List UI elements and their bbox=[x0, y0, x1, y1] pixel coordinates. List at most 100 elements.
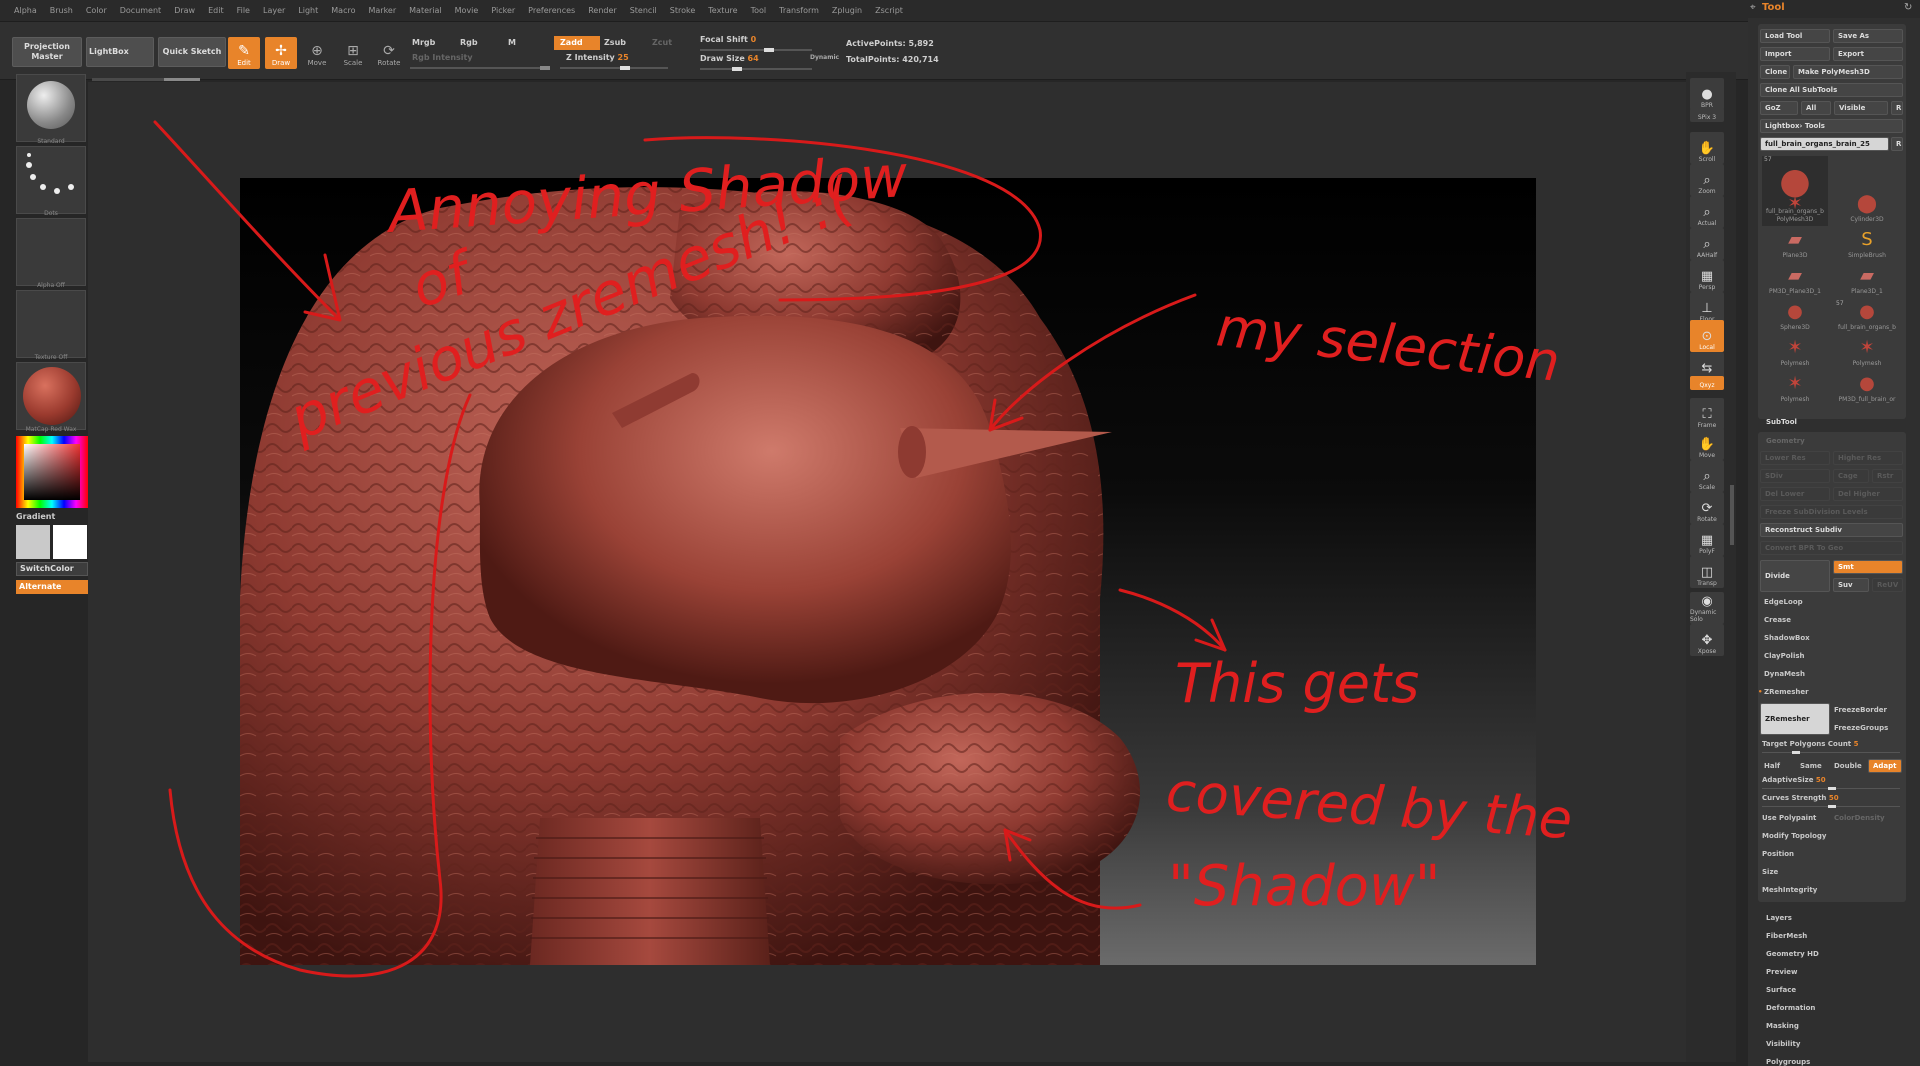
target-polys-value: 5 bbox=[1853, 740, 1859, 748]
size-section[interactable]: Size bbox=[1762, 868, 1778, 876]
goz-r-button[interactable]: R bbox=[1891, 101, 1903, 115]
shadowbox-section[interactable]: ShadowBox bbox=[1764, 634, 1810, 642]
frame-button[interactable]: ⛶ Frame bbox=[1690, 398, 1724, 430]
shelf-scrollbar[interactable] bbox=[1730, 485, 1734, 545]
section-polygroups[interactable]: Polygroups bbox=[1766, 1058, 1810, 1066]
convert-bpr-button[interactable]: Convert BPR To Geo bbox=[1760, 541, 1903, 555]
meshintegrity-section[interactable]: MeshIntegrity bbox=[1762, 886, 1817, 894]
tool-thumb[interactable]: ✶ Polymesh bbox=[1834, 336, 1900, 372]
local-button[interactable]: ⊙ Local bbox=[1690, 320, 1724, 352]
scroll-button[interactable]: ✋ Scroll bbox=[1690, 132, 1724, 164]
reconstruct-subdiv-button[interactable]: Reconstruct Subdiv bbox=[1760, 523, 1903, 537]
lower-res-button[interactable]: Lower Res bbox=[1760, 451, 1830, 465]
claypolish-section[interactable]: ClayPolish bbox=[1764, 652, 1805, 660]
edgeloop-section[interactable]: EdgeLoop bbox=[1764, 598, 1803, 606]
solo-button[interactable]: ◉ Dynamic Solo bbox=[1690, 592, 1724, 624]
aahalf-button[interactable]: ⌕ AAHalf bbox=[1690, 228, 1724, 260]
tool-thumb[interactable]: ● Sphere3D bbox=[1762, 300, 1828, 336]
section-masking[interactable]: Masking bbox=[1766, 1022, 1799, 1030]
actual-button[interactable]: ⌕ Actual bbox=[1690, 196, 1724, 228]
xpose-button[interactable]: ✥ Xpose bbox=[1690, 624, 1724, 656]
position-section[interactable]: Position bbox=[1762, 850, 1794, 858]
crease-section[interactable]: Crease bbox=[1764, 616, 1791, 624]
move-button[interactable]: ✋ Move bbox=[1690, 428, 1724, 460]
transp-button[interactable]: ◫ Transp bbox=[1690, 556, 1724, 588]
subtool-section[interactable]: SubTool bbox=[1766, 418, 1797, 426]
save-as-button[interactable]: Save As bbox=[1833, 29, 1903, 43]
persp-button[interactable]: ▦ Persp bbox=[1690, 260, 1724, 292]
section-layers[interactable]: Layers bbox=[1766, 914, 1792, 922]
tool-thumb[interactable]: ▰ Plane3D bbox=[1762, 228, 1828, 264]
tool-thumb[interactable]: ✶ Polymesh bbox=[1762, 372, 1828, 408]
curves-strength-track[interactable] bbox=[1762, 805, 1900, 808]
target-polys-slider[interactable]: Target Polygons Count 5 bbox=[1762, 740, 1858, 748]
rotate-button[interactable]: ⟳ Rotate bbox=[1690, 492, 1724, 524]
curves-strength-slider[interactable]: Curves Strength 50 bbox=[1762, 794, 1839, 802]
zremesher-button[interactable]: ZRemesher bbox=[1760, 703, 1830, 735]
section-visibility[interactable]: Visibility bbox=[1766, 1040, 1800, 1048]
clone-button[interactable]: Clone bbox=[1760, 65, 1790, 79]
geometry-section[interactable]: Geometry bbox=[1766, 437, 1805, 445]
sdiv-slider[interactable]: SDiv bbox=[1760, 469, 1830, 483]
zoom-button[interactable]: ⌕ Zoom bbox=[1690, 164, 1724, 196]
xyz-button[interactable]: Qxyz bbox=[1690, 376, 1724, 390]
lightbox-tools-button[interactable]: Lightbox› Tools bbox=[1760, 119, 1903, 133]
export-button[interactable]: Export bbox=[1833, 47, 1903, 61]
adaptive-size-track[interactable] bbox=[1762, 787, 1900, 790]
double-button[interactable]: Double bbox=[1834, 762, 1862, 770]
color-density-slider[interactable]: ColorDensity bbox=[1834, 814, 1885, 822]
hand-icon: ✋ bbox=[1698, 141, 1716, 156]
section-preview[interactable]: Preview bbox=[1766, 968, 1798, 976]
polyf-button[interactable]: ▦ PolyF bbox=[1690, 524, 1724, 556]
section-fibermesh[interactable]: FiberMesh bbox=[1766, 932, 1807, 940]
tool-thumb[interactable]: ● full_brain_organs_b 57 bbox=[1834, 300, 1900, 336]
adapt-toggle[interactable]: Adapt bbox=[1868, 759, 1902, 773]
tool-thumb[interactable]: ⬤ Cylinder3D bbox=[1834, 192, 1900, 228]
section-geometry-hd[interactable]: Geometry HD bbox=[1766, 950, 1819, 958]
tool-thumb[interactable]: ✶ PolyMesh3D bbox=[1762, 192, 1828, 228]
tool-thumb[interactable]: ▰ Plane3D_1 bbox=[1834, 264, 1900, 300]
adaptive-size-slider[interactable]: AdaptiveSize 50 bbox=[1762, 776, 1826, 784]
pin-icon[interactable]: ⌖ bbox=[1750, 2, 1756, 13]
tool-thumb[interactable]: ✶ Polymesh bbox=[1762, 336, 1828, 372]
clone-all-subtools-button[interactable]: Clone All SubTools bbox=[1760, 83, 1903, 97]
goz-button[interactable]: GoZ bbox=[1760, 101, 1798, 115]
scale-button[interactable]: ⌕ Scale bbox=[1690, 460, 1724, 492]
half-button[interactable]: Half bbox=[1764, 762, 1780, 770]
del-lower-button[interactable]: Del Lower bbox=[1760, 487, 1830, 501]
same-button[interactable]: Same bbox=[1800, 762, 1822, 770]
cage-button[interactable]: Cage bbox=[1833, 469, 1869, 483]
tool-thumb[interactable]: ● PM3D_full_brain_or bbox=[1834, 372, 1900, 408]
tool-palette-title[interactable]: Tool bbox=[1762, 2, 1785, 13]
tool-thumb[interactable]: S SimpleBrush bbox=[1834, 228, 1900, 264]
freeze-subdiv-button[interactable]: Freeze SubDivision Levels bbox=[1760, 505, 1903, 519]
freezegroups-toggle[interactable]: FreezeGroups bbox=[1834, 724, 1888, 732]
suv-toggle[interactable]: Suv bbox=[1833, 578, 1869, 592]
modify-topology-section[interactable]: Modify Topology bbox=[1762, 832, 1827, 840]
make-polymesh-button[interactable]: Make PolyMesh3D bbox=[1793, 65, 1903, 79]
freezeborder-toggle[interactable]: FreezeBorder bbox=[1834, 706, 1887, 714]
section-surface[interactable]: Surface bbox=[1766, 986, 1796, 994]
import-button[interactable]: Import bbox=[1760, 47, 1830, 61]
higher-res-button[interactable]: Higher Res bbox=[1833, 451, 1903, 465]
del-higher-button[interactable]: Del Higher bbox=[1833, 487, 1903, 501]
divide-button[interactable]: Divide bbox=[1760, 560, 1830, 592]
tool-thumb[interactable]: ▰ PM3D_Plane3D_1 bbox=[1762, 264, 1828, 300]
tool-r-button[interactable]: R bbox=[1891, 137, 1903, 151]
palette-refresh-icon[interactable]: ↻ bbox=[1904, 2, 1912, 13]
section-deformation[interactable]: Deformation bbox=[1766, 1004, 1815, 1012]
zremesher-section[interactable]: ZRemesher bbox=[1764, 688, 1809, 696]
dynamesh-section[interactable]: DynaMesh bbox=[1764, 670, 1805, 678]
spix-button[interactable]: SPix 3 bbox=[1690, 108, 1724, 122]
rstr-button[interactable]: Rstr bbox=[1872, 469, 1903, 483]
goz-all-button[interactable]: All bbox=[1801, 101, 1831, 115]
use-polypaint-toggle[interactable]: Use Polypaint bbox=[1762, 814, 1816, 822]
load-tool-button[interactable]: Load Tool bbox=[1760, 29, 1830, 43]
goz-visible-button[interactable]: Visible bbox=[1834, 101, 1888, 115]
smt-toggle[interactable]: Smt bbox=[1833, 560, 1903, 574]
reuv-toggle[interactable]: ReUV bbox=[1872, 578, 1903, 592]
tool-thumb-icon: ● bbox=[1859, 373, 1875, 394]
current-tool-slider[interactable]: full_brain_organs_brain_25 bbox=[1760, 137, 1889, 151]
target-polys-track[interactable] bbox=[1762, 751, 1900, 754]
bpr-button[interactable]: ● BPR bbox=[1690, 78, 1724, 110]
